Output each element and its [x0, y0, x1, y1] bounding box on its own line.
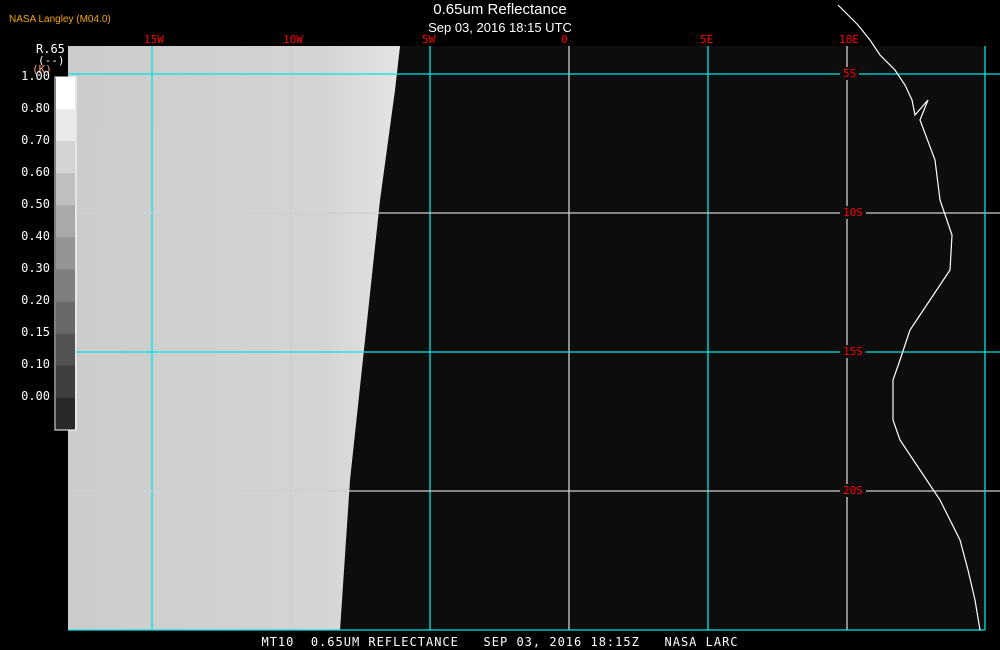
- colorbar-tick: 0.10: [21, 357, 50, 371]
- colorbar-tick: 1.00: [21, 69, 50, 83]
- lon-label: 10E: [839, 33, 859, 46]
- colorbar-tick: 0.80: [21, 101, 50, 115]
- lat-label: 10S: [840, 206, 866, 219]
- lon-label: 10W: [283, 33, 303, 46]
- lon-label: 15W: [144, 33, 164, 46]
- colorbar-swatch: [56, 173, 75, 206]
- lon-label: 5E: [700, 33, 714, 46]
- colorbar-tick: 0.60: [21, 165, 50, 179]
- colorbar-swatch: [56, 301, 75, 335]
- colorbar-tick: 0.70: [21, 133, 50, 147]
- satellite-map: [54, 4, 1000, 631]
- lon-label: 5W: [422, 33, 436, 46]
- footer-caption: MT10 0.65UM REFLECTANCE SEP 03, 2016 18:…: [261, 635, 739, 649]
- colorbar-tick: 0.00: [21, 389, 50, 403]
- colorbar: [54, 76, 77, 431]
- lat-label: 15S: [840, 345, 866, 358]
- colorbar-tick: 0.40: [21, 229, 50, 243]
- colorbar-swatch: [56, 205, 75, 238]
- colorbar-swatch: [56, 141, 75, 174]
- colorbar-tick: 0.30: [21, 261, 50, 275]
- lon-label: 0: [561, 33, 568, 46]
- colorbar-swatch: [56, 269, 75, 303]
- colorbar-tick: 0.50: [21, 197, 50, 211]
- colorbar-swatch: [56, 237, 75, 271]
- colorbar-swatch: [56, 77, 75, 110]
- colorbar-swatch: [56, 109, 75, 142]
- colorbar-tick: 0.15: [21, 325, 50, 339]
- lat-label: 20S: [840, 484, 866, 497]
- colorbar-swatch: [56, 333, 75, 367]
- colorbar-swatch: [56, 365, 75, 399]
- image-title: 0.65um Reflectance: [433, 1, 567, 18]
- lat-label: 5S: [840, 67, 860, 80]
- colorbar-tick: 0.20: [21, 293, 50, 307]
- colorbar-swatch: [56, 397, 75, 431]
